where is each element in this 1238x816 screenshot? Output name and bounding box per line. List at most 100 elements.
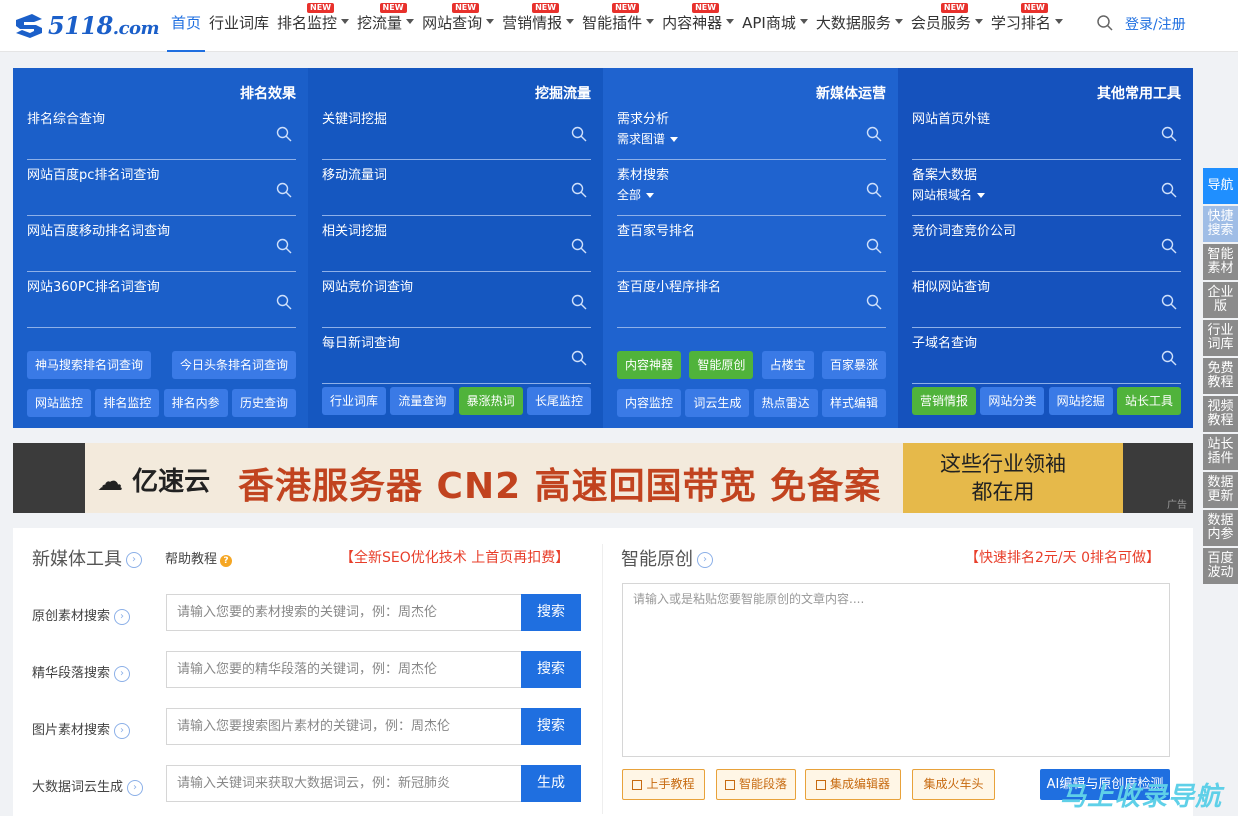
side-nav-item[interactable]: 视频教程 bbox=[1203, 396, 1238, 432]
nav-item-7[interactable]: 内容神器 NEW bbox=[658, 0, 738, 52]
media-search-input[interactable]: 请输入您要的素材搜索的关键词，例：周杰伦 bbox=[166, 594, 522, 631]
tool-button[interactable]: 内容监控 bbox=[617, 389, 682, 417]
search-icon[interactable] bbox=[571, 238, 587, 254]
nav-item-9[interactable]: 大数据服务 bbox=[812, 0, 907, 52]
search-icon[interactable] bbox=[571, 126, 587, 142]
tool-field-dropdown[interactable]: 全部 bbox=[617, 186, 655, 203]
search-icon[interactable] bbox=[276, 294, 292, 310]
media-promo[interactable]: 【全新SEO优化技术 上首页再扣费】 bbox=[340, 547, 569, 567]
search-icon[interactable] bbox=[1161, 182, 1177, 198]
tool-button[interactable]: 内容神器 bbox=[617, 351, 682, 379]
tool-field[interactable]: 排名综合查询 bbox=[27, 104, 296, 160]
logo[interactable]: 5118.com bbox=[12, 8, 160, 42]
smart-promo[interactable]: 【快速排名2元/天 0排名可做】 bbox=[965, 547, 1160, 567]
media-search-button[interactable]: 生成 bbox=[521, 765, 581, 802]
search-icon[interactable] bbox=[1161, 238, 1177, 254]
tool-field[interactable]: 素材搜索 全部 bbox=[617, 160, 886, 216]
nav-item-11[interactable]: 学习排名 NEW bbox=[987, 0, 1067, 52]
tool-button[interactable]: 神马搜索排名词查询 bbox=[27, 351, 152, 379]
side-nav-item[interactable]: 免费教程 bbox=[1203, 358, 1238, 394]
tool-field[interactable]: 网站竞价词查询 bbox=[322, 272, 591, 328]
search-icon[interactable] bbox=[571, 350, 587, 366]
nav-item-6[interactable]: 智能插件 NEW bbox=[578, 0, 658, 52]
search-icon[interactable] bbox=[1161, 126, 1177, 142]
tool-button[interactable]: 站长工具 bbox=[1116, 387, 1181, 415]
side-nav-item[interactable]: 智能素材 bbox=[1203, 244, 1238, 280]
side-nav-item[interactable]: 行业词库 bbox=[1203, 320, 1238, 356]
tool-button[interactable]: 智能原创 bbox=[689, 351, 754, 379]
tool-field[interactable]: 相关词挖掘 bbox=[322, 216, 591, 272]
tool-button[interactable]: 百家暴涨 bbox=[821, 351, 886, 379]
media-search-button[interactable]: 搜索 bbox=[521, 594, 581, 631]
help-tutorial[interactable]: 帮助教程? bbox=[165, 548, 233, 567]
smart-tool-button[interactable]: 集成火车头 bbox=[912, 769, 995, 800]
side-nav-item[interactable]: 导航 bbox=[1203, 168, 1238, 204]
arrow-right-icon[interactable]: › bbox=[114, 722, 131, 739]
tool-button[interactable]: 长尾监控 bbox=[526, 387, 591, 415]
arrow-right-icon[interactable]: › bbox=[114, 665, 131, 682]
side-nav-item[interactable]: 数据内参 bbox=[1203, 510, 1238, 546]
tool-button[interactable]: 热点雷达 bbox=[753, 389, 818, 417]
nav-item-10[interactable]: 会员服务 NEW bbox=[907, 0, 987, 52]
search-icon[interactable] bbox=[866, 182, 882, 198]
tool-button[interactable]: 今日头条排名词查询 bbox=[171, 351, 296, 379]
tool-field[interactable]: 相似网站查询 bbox=[912, 272, 1181, 328]
ad-banner[interactable]: ☁ 亿速云 香港服务器 CN2 高速回国带宽 免备案 这些行业领袖 都在用 广告 bbox=[13, 443, 1193, 513]
media-search-button[interactable]: 搜索 bbox=[521, 708, 581, 745]
tool-button[interactable]: 网站监控 bbox=[27, 389, 92, 417]
tool-field[interactable]: 移动流量词 bbox=[322, 160, 591, 216]
arrow-right-icon[interactable]: › bbox=[114, 608, 131, 625]
tool-button[interactable]: 历史查询 bbox=[231, 389, 296, 417]
nav-item-0[interactable]: 首页 bbox=[167, 0, 206, 52]
arrow-right-icon[interactable]: › bbox=[697, 552, 713, 568]
nav-item-2[interactable]: 排名监控 NEW bbox=[273, 0, 353, 52]
tool-field[interactable]: 查百家号排名 bbox=[617, 216, 886, 272]
search-icon[interactable] bbox=[276, 182, 292, 198]
tool-field[interactable]: 备案大数据 网站根域名 bbox=[912, 160, 1181, 216]
search-icon[interactable] bbox=[1161, 294, 1177, 310]
tool-field[interactable]: 需求分析 需求图谱 bbox=[617, 104, 886, 160]
tool-field[interactable]: 竞价词查竞价公司 bbox=[912, 216, 1181, 272]
tool-button[interactable]: 词云生成 bbox=[685, 389, 750, 417]
search-icon[interactable] bbox=[571, 182, 587, 198]
smart-tool-button[interactable]: 集成编辑器 bbox=[805, 769, 901, 800]
tool-field[interactable]: 每日新词查询 bbox=[322, 328, 591, 384]
search-icon[interactable] bbox=[1096, 14, 1114, 32]
search-icon[interactable] bbox=[866, 126, 882, 142]
search-icon[interactable] bbox=[276, 238, 292, 254]
article-textarea[interactable]: 请输入或是粘贴您要智能原创的文章内容.... bbox=[622, 583, 1170, 757]
media-search-input[interactable]: 请输入关键词来获取大数据词云，例：新冠肺炎 bbox=[166, 765, 522, 802]
tool-field[interactable]: 网站百度移动排名词查询 bbox=[27, 216, 296, 272]
tool-button[interactable]: 流量查询 bbox=[390, 387, 455, 415]
side-nav-item[interactable]: 站长插件 bbox=[1203, 434, 1238, 470]
tool-field-dropdown[interactable]: 网站根域名 bbox=[912, 186, 986, 203]
nav-item-5[interactable]: 营销情报 NEW bbox=[498, 0, 578, 52]
arrow-right-icon[interactable]: › bbox=[127, 779, 144, 796]
smart-tool-button[interactable]: 智能段落 bbox=[716, 769, 796, 800]
media-search-input[interactable]: 请输入您要搜索图片素材的关键词，例：周杰伦 bbox=[166, 708, 522, 745]
tool-field[interactable]: 查百度小程序排名 bbox=[617, 272, 886, 328]
side-nav-item[interactable]: 快捷搜索 bbox=[1203, 206, 1238, 242]
tool-button[interactable]: 行业词库 bbox=[322, 387, 387, 415]
smart-tool-button[interactable]: 上手教程 bbox=[622, 769, 705, 800]
nav-item-8[interactable]: API商城 bbox=[738, 0, 812, 52]
tool-field[interactable]: 网站百度pc排名词查询 bbox=[27, 160, 296, 216]
side-nav-item[interactable]: 企业版 bbox=[1203, 282, 1238, 318]
tool-button[interactable]: 占楼宝 bbox=[761, 351, 814, 379]
nav-item-1[interactable]: 行业词库 bbox=[205, 0, 273, 52]
tool-field[interactable]: 子域名查询 bbox=[912, 328, 1181, 384]
search-icon[interactable] bbox=[1161, 350, 1177, 366]
tool-button[interactable]: 样式编辑 bbox=[821, 389, 886, 417]
search-icon[interactable] bbox=[276, 126, 292, 142]
tool-button[interactable]: 网站挖掘 bbox=[1048, 387, 1113, 415]
search-icon[interactable] bbox=[866, 238, 882, 254]
tool-field-dropdown[interactable]: 需求图谱 bbox=[617, 130, 679, 147]
tool-field[interactable]: 网站360PC排名词查询 bbox=[27, 272, 296, 328]
search-icon[interactable] bbox=[571, 294, 587, 310]
tool-button[interactable]: 网站分类 bbox=[980, 387, 1045, 415]
tool-field[interactable]: 关键词挖掘 bbox=[322, 104, 591, 160]
nav-item-4[interactable]: 网站查询 NEW bbox=[418, 0, 498, 52]
tool-field[interactable]: 网站首页外链 bbox=[912, 104, 1181, 160]
nav-item-3[interactable]: 挖流量 NEW bbox=[353, 0, 418, 52]
tool-button[interactable]: 排名监控 bbox=[95, 389, 160, 417]
